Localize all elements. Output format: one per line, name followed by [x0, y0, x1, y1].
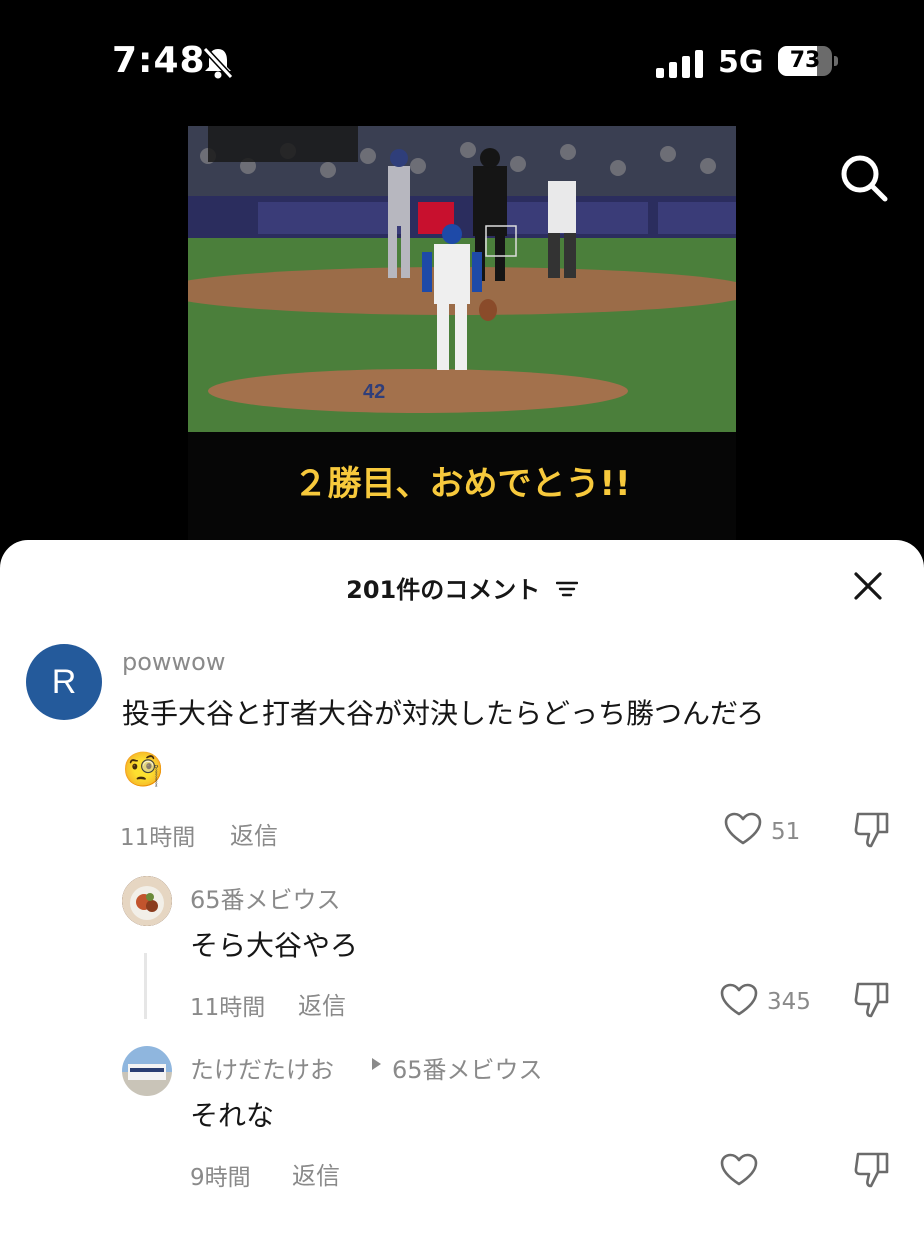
comment-username[interactable]: 65番メビウス: [190, 880, 341, 915]
heart-icon[interactable]: [720, 983, 758, 1021]
signal-icon: [656, 50, 704, 82]
comments-sheet: 201件のコメント R powwow 投手大谷と打者大谷が対決したらどっち勝つん…: [0, 540, 924, 1240]
thumbs-down-icon[interactable]: [852, 1150, 892, 1194]
reply-button[interactable]: 返信: [298, 986, 346, 1021]
comments-header: 201件のコメント: [0, 570, 924, 605]
reply-button[interactable]: 返信: [292, 1156, 340, 1191]
status-time: 7:48: [112, 40, 206, 81]
comment-time: 11時間: [120, 825, 196, 851]
video-caption: ２勝目、おめでとう!!: [293, 464, 631, 504]
comment-text: そら大谷やろ: [190, 929, 359, 962]
search-icon[interactable]: [838, 152, 890, 208]
avatar[interactable]: R: [26, 644, 102, 720]
comment-text: それな: [190, 1099, 275, 1132]
comment-time: 9時間: [190, 1165, 251, 1191]
network-type: 5G: [718, 45, 764, 80]
heart-icon[interactable]: [724, 812, 762, 850]
close-icon[interactable]: [852, 570, 884, 606]
video-caption-bar: ２勝目、おめでとう!!: [188, 432, 736, 540]
comment-username[interactable]: たけだたけお: [190, 1050, 334, 1085]
like-count: 345: [767, 989, 811, 1015]
filter-icon[interactable]: [555, 577, 579, 605]
thumbs-down-icon[interactable]: [852, 810, 892, 854]
comment-count-title: 201件のコメント: [346, 576, 541, 604]
comment-emoji: 🧐: [122, 750, 165, 790]
bell-muted-icon: [200, 46, 236, 84]
reply-arrow-icon: [370, 1056, 382, 1075]
video-player[interactable]: 42 ２勝目、おめでとう!!: [188, 126, 736, 540]
thumbs-down-icon[interactable]: [852, 980, 892, 1024]
battery-icon: 73: [778, 46, 838, 76]
video-frame: 42: [188, 126, 736, 432]
battery-percent: 73: [789, 48, 821, 73]
comment-username[interactable]: powwow: [122, 648, 226, 676]
avatar[interactable]: [122, 1046, 172, 1096]
svg-text:42: 42: [363, 381, 385, 403]
reply-to-username[interactable]: 65番メビウス: [392, 1050, 543, 1085]
like-count: 51: [771, 819, 801, 845]
status-bar: 7:48 5G 73: [0, 0, 924, 120]
thread-line: [144, 953, 147, 1019]
comment-time: 11時間: [190, 995, 266, 1021]
comment-text: 投手大谷と打者大谷が対決したらどっち勝つんだろ: [122, 697, 765, 730]
avatar[interactable]: [122, 876, 172, 926]
reply-button[interactable]: 返信: [230, 816, 278, 851]
heart-icon[interactable]: [720, 1153, 758, 1191]
